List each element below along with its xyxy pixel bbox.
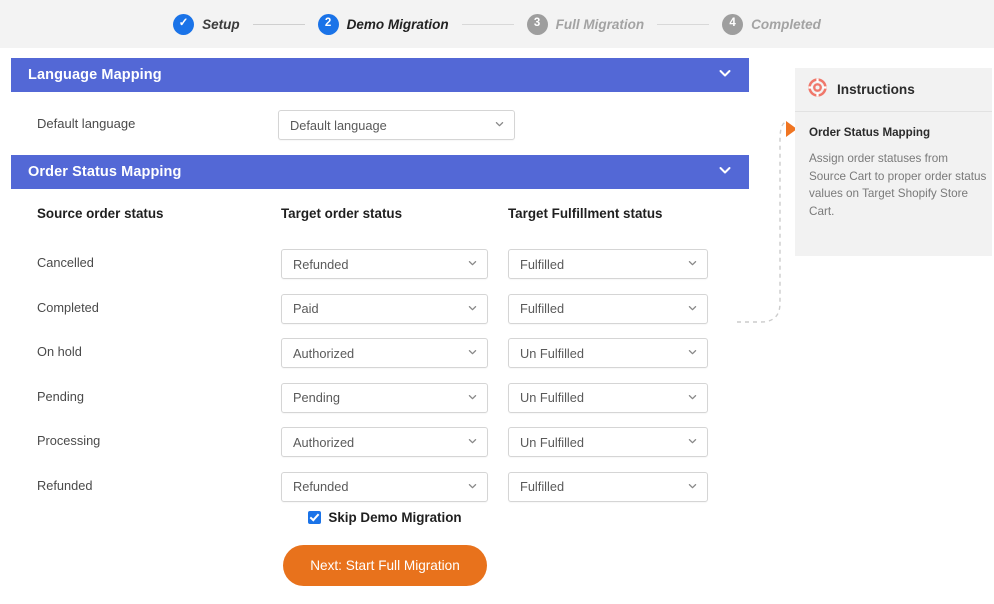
target-fulfillment-status-value: Fulfilled: [520, 479, 565, 494]
order-status-mapping-header[interactable]: Order Status Mapping: [11, 155, 749, 189]
stepper-step-1[interactable]: ✓ Setup: [173, 13, 240, 35]
target-order-status-value: Pending: [293, 390, 340, 405]
target-fulfillment-status-value: Un Fulfilled: [520, 345, 585, 361]
target-order-status-value: Refunded: [293, 479, 349, 494]
progress-stepper: ✓ Setup 2 Demo Migration 3 Full Migration 4 Com…: [0, 0, 994, 48]
source-status-label: Cancelled: [37, 255, 94, 270]
target-order-status-select[interactable]: Authorized: [281, 338, 488, 368]
target-fulfillment-status-select[interactable]: Un Fulfilled: [508, 427, 708, 457]
target-order-status-select[interactable]: Refunded: [281, 471, 488, 502]
skip-demo-migration-label: Skip Demo Migration: [328, 510, 462, 525]
stepper-step-label: Full Migration: [555, 16, 645, 32]
target-order-status-select[interactable]: Refunded: [281, 249, 488, 279]
next-start-full-migration-button[interactable]: Next: Start Full Migration: [283, 545, 487, 586]
default-language-value: Default language: [290, 117, 387, 133]
stepper-step-3[interactable]: 3 Full Migration: [526, 13, 645, 35]
instructions-body-text: Assign order statuses from Source Cart t…: [809, 152, 987, 218]
source-status-label: Processing: [37, 433, 101, 448]
default-language-row: Default language Default language: [0, 106, 770, 146]
target-fulfillment-status-select[interactable]: Un Fulfilled: [508, 382, 708, 413]
column-header-source: Source order status: [37, 206, 164, 221]
source-status-label: Completed: [37, 299, 99, 315]
mapping-table-body: Cancelled Refunded Fulfilled Completed Paid F…: [0, 242, 770, 509]
lifebuoy-icon: [808, 77, 827, 102]
stepper-step-label: Demo Migration: [346, 16, 449, 32]
check-icon: ✓: [173, 13, 195, 35]
chevron-down-icon: [687, 479, 698, 494]
target-order-status-value: Paid: [293, 301, 319, 316]
mapping-row: Pending Pending Un Fulfilled: [0, 376, 770, 421]
target-fulfillment-status-value: Un Fulfilled: [520, 434, 585, 450]
target-order-status-value: Authorized: [293, 345, 355, 361]
source-status-label: Pending: [37, 388, 84, 404]
stepper-connector: [252, 23, 305, 25]
chevron-down-icon: [467, 479, 478, 494]
cta-row: Next: Start Full Migration: [0, 545, 770, 586]
target-fulfillment-status-select[interactable]: Fulfilled: [508, 293, 708, 324]
skip-demo-migration-checkbox[interactable]: [308, 511, 322, 524]
chevron-down-icon: [687, 435, 698, 450]
chevron-down-icon: [467, 346, 478, 361]
target-fulfillment-status-select[interactable]: Fulfilled: [508, 249, 708, 279]
mapping-row: Processing Authorized Un Fulfilled: [0, 420, 770, 465]
chevron-down-icon: [687, 390, 698, 405]
order-status-mapping-title: Order Status Mapping: [28, 164, 182, 180]
target-order-status-select[interactable]: Authorized: [281, 427, 488, 457]
stepper-connector: [461, 23, 514, 25]
mapping-row: On hold Authorized Un Fulfilled: [0, 331, 770, 376]
instructions-section-title: Order Status Mapping: [809, 126, 931, 139]
chevron-down-icon: [467, 301, 478, 316]
source-status-label: On hold: [37, 344, 82, 359]
step-number-badge: 2: [317, 13, 339, 35]
stepper-step-4[interactable]: 4 Completed: [722, 13, 821, 35]
chevron-down-icon[interactable]: [717, 65, 733, 86]
skip-demo-migration-row[interactable]: Skip Demo Migration: [0, 510, 770, 525]
step-number-badge: 3: [526, 13, 548, 35]
language-mapping-title: Language Mapping: [28, 67, 162, 83]
chevron-down-icon[interactable]: [717, 162, 733, 183]
default-language-select[interactable]: Default language: [278, 110, 515, 140]
stepper-connector: [657, 23, 710, 25]
target-fulfillment-status-select[interactable]: Un Fulfilled: [508, 338, 708, 368]
instructions-panel: Instructions Order Status Mapping Assign…: [795, 68, 992, 256]
stepper-step-label: Setup: [202, 16, 240, 32]
source-status-label: Refunded: [37, 477, 93, 493]
stepper-track: ✓ Setup 2 Demo Migration 3 Full Migration 4 Com…: [173, 13, 821, 35]
step-number-badge: 4: [722, 13, 744, 35]
mapping-row: Completed Paid Fulfilled: [0, 287, 770, 332]
target-order-status-value: Refunded: [293, 256, 349, 272]
language-mapping-header[interactable]: Language Mapping: [11, 58, 749, 92]
target-fulfillment-status-select[interactable]: Fulfilled: [508, 471, 708, 502]
target-order-status-select[interactable]: Paid: [281, 293, 488, 324]
column-header-target-fulfillment: Target Fulfillment status: [508, 206, 663, 221]
chevron-down-icon: [467, 435, 478, 450]
default-language-label: Default language: [37, 116, 136, 131]
chevron-down-icon: [467, 257, 478, 272]
mapping-row: Cancelled Refunded Fulfilled: [0, 242, 770, 287]
target-order-status-select[interactable]: Pending: [281, 382, 488, 413]
column-header-target-order: Target order status: [281, 206, 403, 221]
target-order-status-value: Authorized: [293, 434, 355, 450]
chevron-down-icon: [687, 301, 698, 316]
chevron-down-icon: [687, 346, 698, 361]
main-content: Language Mapping Default language Defaul…: [0, 48, 770, 604]
mapping-row: Refunded Refunded Fulfilled: [0, 465, 770, 510]
target-fulfillment-status-value: Fulfilled: [520, 301, 565, 316]
instructions-title: Instructions: [837, 82, 915, 97]
stepper-step-2[interactable]: 2 Demo Migration: [317, 13, 449, 35]
stepper-step-label: Completed: [751, 16, 821, 32]
chevron-down-icon: [494, 118, 505, 133]
target-fulfillment-status-value: Un Fulfilled: [520, 390, 585, 405]
instructions-header: Instructions: [795, 68, 992, 112]
target-fulfillment-status-value: Fulfilled: [520, 256, 565, 272]
chevron-down-icon: [467, 390, 478, 405]
chevron-down-icon: [687, 257, 698, 272]
